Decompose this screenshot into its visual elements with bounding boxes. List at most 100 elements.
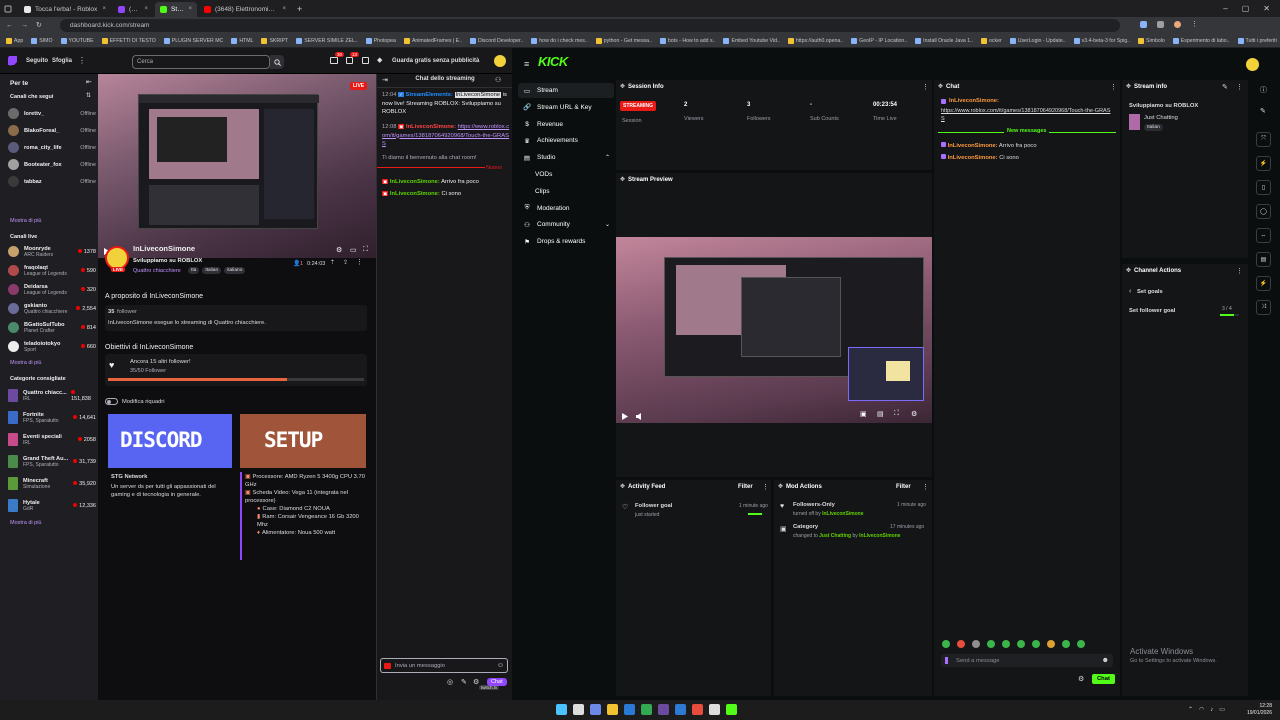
bookmark-item[interactable]: UserLogin - Update.. [1009,37,1066,44]
show-more-live[interactable]: Mostra di più [10,360,42,366]
category-item[interactable]: Grand Theft Au... FPS, Sparatutto 31,739 [8,454,96,469]
taskbar-app-icon[interactable] [658,704,669,715]
panel-drag-icon[interactable]: ✥ [620,483,625,490]
emote-icon[interactable] [1002,640,1010,648]
browser-tab[interactable]: Stream× [155,1,197,17]
channel-item[interactable]: lorettv_ Offline [8,106,96,121]
menu-toggle-icon[interactable]: ≡ [524,59,529,69]
emote-icon[interactable] [972,640,980,648]
category-item[interactable]: Minecraft Simulazione 35,920 [8,476,96,491]
tab-close-icon[interactable]: × [282,6,286,12]
wifi-icon[interactable]: ◠ [1199,706,1204,713]
channel-item[interactable]: BlakoForeal_ Offline [8,123,96,138]
points-icon[interactable]: ◎ [447,678,453,686]
panel-drag-icon[interactable]: ✥ [620,176,625,183]
preview-theatre-icon[interactable]: ▤ [877,410,884,418]
bookmark-item[interactable]: https://auth0.opena.. [787,37,843,44]
kick-nav-item[interactable]: ♛ Achievements [518,133,614,148]
pencil-icon[interactable]: ✎ [1260,107,1266,115]
panel-drag-icon[interactable]: ✥ [620,83,625,90]
preview-pip-icon[interactable]: ▣ [860,410,867,418]
rail-tool-icon[interactable]: ⚡ [1256,156,1271,171]
bookmark-item[interactable]: bots - How to add s.. [659,37,715,44]
user-avatar[interactable] [494,55,506,67]
profile-avatar[interactable] [1174,20,1181,28]
preview-settings-icon[interactable]: ⚙ [911,410,917,418]
kick-nav-item[interactable]: VODs [518,167,614,182]
notifications-icon[interactable] [362,57,369,64]
discord-panel-image[interactable]: DISCORD [108,414,232,468]
preview-volume-icon[interactable] [636,413,644,420]
channel-item[interactable]: teladoiotokyo Sport 660 [8,339,96,354]
nav-browse[interactable]: Sfoglia [52,58,72,64]
bookmark-item[interactable]: Install Oracle Java 1.. [915,37,973,44]
category-item[interactable]: Eventi speciali IRL 2058 [8,432,96,447]
kick-nav-item[interactable]: $ Revenue [518,117,614,132]
stream-tag[interactable]: italiano [224,267,246,274]
kick-nav-item[interactable]: ⛨ Moderation [518,201,614,216]
chevron-icon[interactable]: ⌃ [605,154,610,161]
share-icon[interactable]: ⇪ [343,259,348,266]
tab-close-icon[interactable]: × [188,6,192,12]
set-follower-goal[interactable]: Set follower goal [1129,308,1175,314]
rail-tool-icon[interactable]: ⤨ [1256,300,1271,315]
activity-filter[interactable]: Filter [738,484,753,490]
bookmark-item[interactable]: HTML [231,37,253,44]
bookmark-item[interactable]: SKRIPT [261,37,288,44]
session-more-icon[interactable]: ⋮ [922,83,929,91]
kick-nav-item[interactable]: Clips [518,184,614,199]
bookmark-item[interactable]: AnimatedFrames | E.. [403,37,462,44]
fullscreen-icon[interactable]: ⛶ [363,246,368,254]
kick-nav-item[interactable]: ⚇ Community ⌄ [518,217,614,232]
theatre-icon[interactable]: ▭ [350,246,357,254]
taskbar-app-icon[interactable] [675,704,686,715]
stream-category[interactable]: Quattro chiacchiere [133,268,181,274]
bits-icon[interactable]: ◆ [377,56,382,64]
kick-chat-input[interactable]: Send a message ☻ [941,654,1113,667]
emote-icon[interactable] [957,640,965,648]
bookmark-item[interactable]: python - Get messa.. [595,37,652,44]
kick-user-avatar[interactable] [1246,58,1259,71]
minimize-icon[interactable]: – [1223,4,1227,13]
clock[interactable]: 12:28 19/01/2026 [1238,703,1272,717]
emote-icon[interactable] [987,640,995,648]
maximize-icon[interactable]: ▢ [1242,4,1250,13]
kick-nav-item[interactable]: ▤ Studio ⌃ [518,150,614,165]
kick-chat-send-button[interactable]: Chat [1092,674,1115,684]
heart-icon[interactable]: ♡ [196,244,201,251]
mod-filter[interactable]: Filter [896,484,911,490]
reload-icon[interactable]: ↻ [36,21,42,29]
bookmark-item[interactable]: App [6,37,23,44]
preview-fullscreen-icon[interactable]: ⛶ [894,410,899,418]
back-icon[interactable]: ← [6,22,13,29]
bookmark-item[interactable]: ocker [981,37,1002,44]
kick-nav-item[interactable]: ⚑ Drops & rewards [518,234,614,249]
show-more-categories[interactable]: Mostra di più [10,520,42,526]
channel-item[interactable]: Deidarsa League of Legends 320 [8,282,96,297]
emote-icon[interactable] [942,640,950,648]
browser-tab[interactable]: Tocca l'erba! - Roblox × [19,2,111,17]
back-chevron-icon[interactable]: ‹ [1129,288,1131,295]
browser-tab[interactable]: (3648) Elettronomia & 3D - Fra× [199,2,291,17]
tab-close-icon[interactable]: × [144,6,148,12]
emote-icon[interactable] [1017,640,1025,648]
emote-icon[interactable] [1047,640,1055,648]
prime-icon[interactable] [330,57,338,64]
edit-stream-icon[interactable]: ✎ [1222,83,1228,91]
kick-nav-item[interactable]: ▭ Stream [518,83,614,98]
kick-chat-more-icon[interactable]: ⋮ [1110,83,1117,91]
rail-tool-icon[interactable]: ◯ [1256,204,1271,219]
stream-info-more-icon[interactable]: ⋮ [1236,83,1243,91]
rail-tool-icon[interactable]: ▤ [1256,252,1271,267]
channel-item[interactable]: roma_city_life Offline [8,140,96,155]
channel-item[interactable]: Moonryde ARC Raiders 1378 [8,244,96,259]
rail-tool-icon[interactable]: ⤧ [1256,132,1271,147]
bookmark-item[interactable]: YOUTUBE [60,37,94,44]
bookmark-item[interactable]: Tutti i preferiti [1237,37,1280,44]
channel-item[interactable]: BGattoSulTubo Planet Crafter 814 [8,320,96,335]
speaker-icon[interactable]: ♪ [1210,707,1213,713]
bookmark-item[interactable]: GeoIP - IP Location.. [851,37,907,44]
kick-chat-settings-icon[interactable]: ⚙ [1078,675,1084,683]
stream-tag[interactable]: Ita [188,267,200,274]
preview-play-icon[interactable] [622,413,628,420]
